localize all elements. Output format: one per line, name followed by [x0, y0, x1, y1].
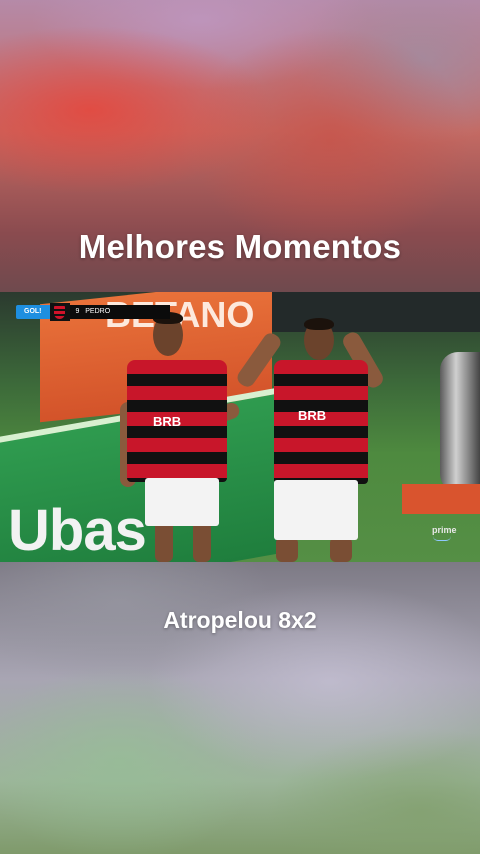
scorer-name: PEDRO: [85, 308, 111, 315]
shorts: [145, 478, 219, 526]
scorer-tag: 9 PEDRO: [69, 305, 170, 319]
trophy-podium: [440, 352, 480, 492]
prime-watermark: prime: [432, 525, 457, 535]
video-frame[interactable]: BETANO Ubas BRB BRB GOL! 9 PEDRO pr: [0, 292, 480, 562]
video-caption: Atropelou 8x2: [163, 607, 317, 633]
video-title: Melhores Momentos: [78, 228, 402, 265]
jersey-sponsor: BRB: [298, 408, 327, 423]
blurred-background-bottom: [0, 562, 480, 854]
leg: [330, 537, 352, 562]
podium-base: [402, 484, 480, 514]
hair: [304, 318, 334, 330]
player-left: BRB: [115, 312, 245, 562]
jersey-sponsor: BRB: [153, 414, 182, 429]
scorer-number: 9: [75, 308, 80, 315]
team-crest-icon: [49, 303, 70, 321]
player-right: BRB: [234, 312, 390, 562]
leg: [276, 537, 298, 562]
goal-label: GOL!: [16, 305, 50, 319]
prime-logo-icon: [433, 536, 451, 541]
goal-scorebug: GOL! 9 PEDRO: [16, 303, 170, 321]
shorts: [274, 480, 358, 540]
